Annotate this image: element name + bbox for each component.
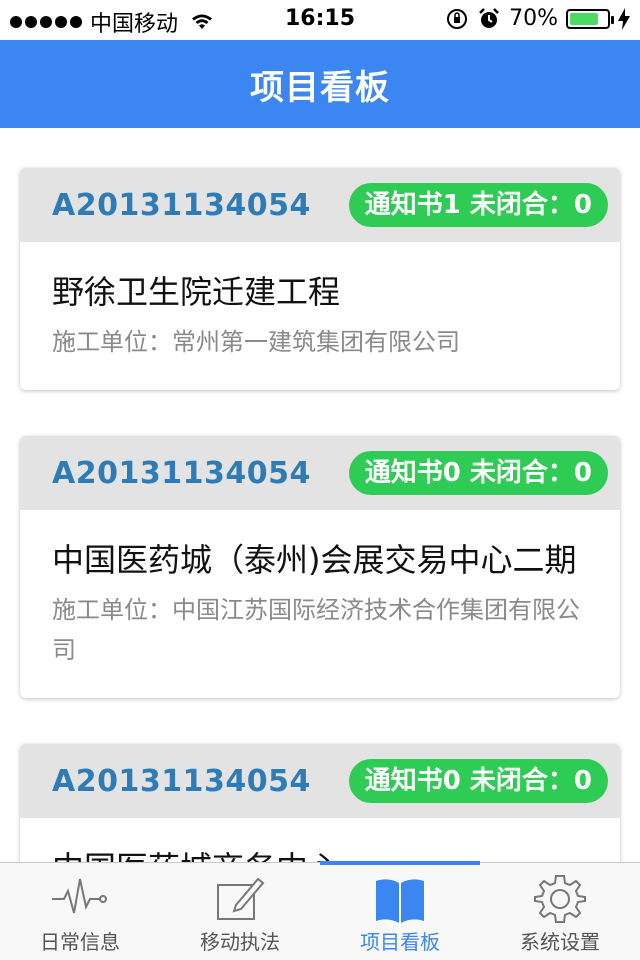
notice-status-badge: 通知书0 未闭合：0 [348,759,608,803]
pulse-icon [52,878,107,914]
tab-mobile-enforcement[interactable]: 移动执法 [160,863,320,960]
project-card[interactable]: A20131134054 通知书1 未闭合：0 野徐卫生院迁建工程 施工单位：常… [20,168,620,390]
charging-icon [618,7,630,30]
page-title: 项目看板 [250,67,390,108]
construction-unit: 施工单位：中国江苏国际经济技术合作集团有限公司 [52,596,580,664]
tab-project-board[interactable]: 项目看板 [320,861,480,960]
project-code: A20131134054 [52,763,311,799]
project-card[interactable]: A20131134054 通知书0 未闭合：0 中国医药城商务中心 [20,744,620,862]
construction-unit: 施工单位：常州第一建筑集团有限公司 [52,328,460,356]
orientation-lock-icon [447,8,468,29]
project-card-header: A20131134054 通知书0 未闭合：0 [20,436,620,510]
tab-bar: 日常信息 移动执法 项目看板 系统设置 [0,861,640,960]
nav-bar: 项目看板 [0,40,640,128]
tab-label: 移动执法 [200,930,280,954]
notice-status-badge: 通知书0 未闭合：0 [348,451,608,495]
project-card-body: 中国医药城（泰州)会展交易中心二期 施工单位：中国江苏国际经济技术合作集团有限公… [20,510,620,698]
project-card-body: 中国医药城商务中心 [20,818,620,862]
battery-icon [566,8,614,29]
battery-percent: 70% [509,6,558,31]
project-list[interactable]: A20131134054 通知书1 未闭合：0 野徐卫生院迁建工程 施工单位：常… [0,128,640,862]
project-name: 中国医药城（泰州)会展交易中心二期 [52,541,577,579]
edit-icon [217,877,265,920]
tab-daily-info[interactable]: 日常信息 [0,863,160,960]
tab-system-settings[interactable]: 系统设置 [480,863,640,960]
project-card-header: A20131134054 通知书0 未闭合：0 [20,744,620,818]
battery-fill [570,12,598,25]
tab-label: 项目看板 [360,930,440,954]
project-card-body: 野徐卫生院迁建工程 施工单位：常州第一建筑集团有限公司 [20,242,620,390]
project-name: 中国医药城商务中心 [52,846,588,862]
status-bar: 中国移动 16:15 70% [0,0,640,40]
project-code: A20131134054 [52,455,311,491]
project-code: A20131134054 [52,187,311,223]
tab-label: 系统设置 [520,930,600,954]
book-icon [376,879,424,923]
project-name: 野徐卫生院迁建工程 [52,273,341,311]
project-card[interactable]: A20131134054 通知书0 未闭合：0 中国医药城（泰州)会展交易中心二… [20,436,620,698]
project-card-header: A20131134054 通知书1 未闭合：0 [20,168,620,242]
alarm-icon [479,7,499,28]
gear-icon [534,875,586,923]
notice-status-badge: 通知书1 未闭合：0 [348,183,608,227]
tab-label: 日常信息 [40,930,120,954]
status-right: 70% [445,6,630,31]
